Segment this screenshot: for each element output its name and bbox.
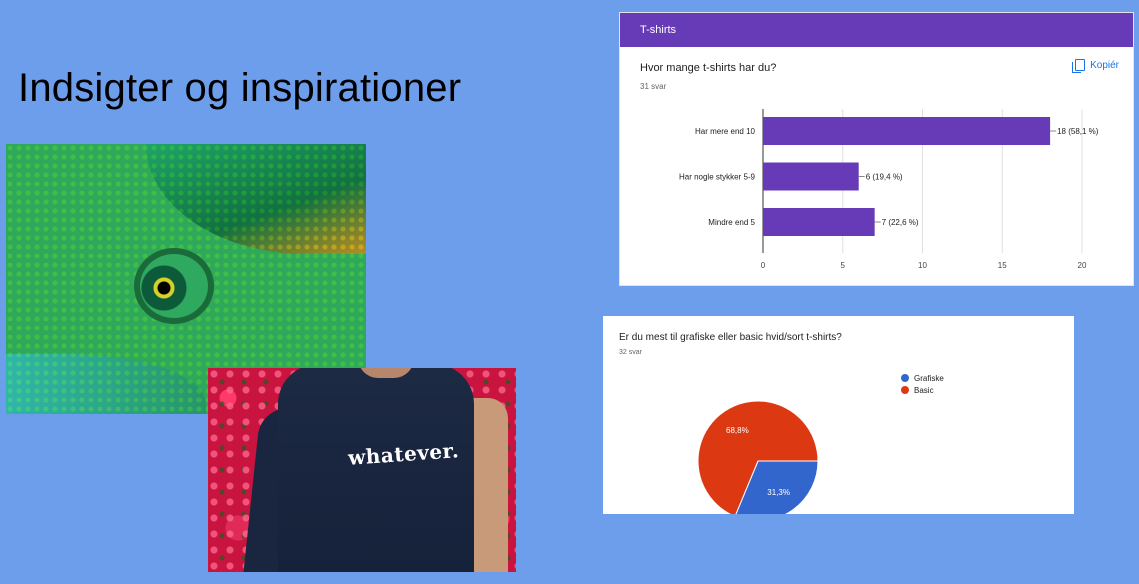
- bar-chart: 0 5 10 15 20 Har mere end 10 18 (58,1 %) Har no…: [679, 109, 1099, 270]
- card-header: T-shirts: [620, 13, 1133, 47]
- bar: [763, 208, 875, 236]
- data-label: 18 (58,1 %): [1057, 127, 1099, 136]
- legend-label: Grafiske: [914, 373, 944, 383]
- bar: [763, 162, 859, 191]
- category-label: Har nogle stykker 5-9: [679, 173, 756, 182]
- bar-chart-card: T-shirts Hvor mange t-shirts har du? 31 …: [619, 12, 1134, 286]
- pie-chart: 31,3% 68,8%: [697, 400, 819, 514]
- slice-label: 68,8%: [726, 426, 749, 435]
- pie-chart-card: Er du mest til grafiske eller basic hvid…: [603, 316, 1074, 514]
- x-tick-label: 20: [1078, 261, 1087, 270]
- pie-legend: Grafiske Basic: [901, 374, 944, 398]
- x-tick-label: 0: [761, 261, 766, 270]
- slide-title: Indsigter og inspirationer: [18, 66, 462, 110]
- legend-swatch: [901, 374, 909, 382]
- legend-item: Basic: [901, 385, 944, 395]
- category-label: Mindre end 5: [708, 218, 755, 227]
- x-tick-label: 15: [998, 261, 1007, 270]
- x-tick-label: 10: [918, 261, 927, 270]
- x-tick-label: 5: [841, 261, 846, 270]
- category-label: Har mere end 10: [695, 127, 756, 136]
- slice-label: 31,3%: [767, 488, 790, 497]
- bar: [763, 117, 1051, 145]
- legend-item: Grafiske: [901, 373, 944, 383]
- data-label: 7 (22,6 %): [882, 218, 919, 227]
- whatever-shirt-photo: whatever.: [208, 368, 516, 572]
- data-label: 6 (19,4 %): [866, 173, 903, 182]
- legend-label: Basic: [914, 385, 934, 395]
- legend-swatch: [901, 386, 909, 394]
